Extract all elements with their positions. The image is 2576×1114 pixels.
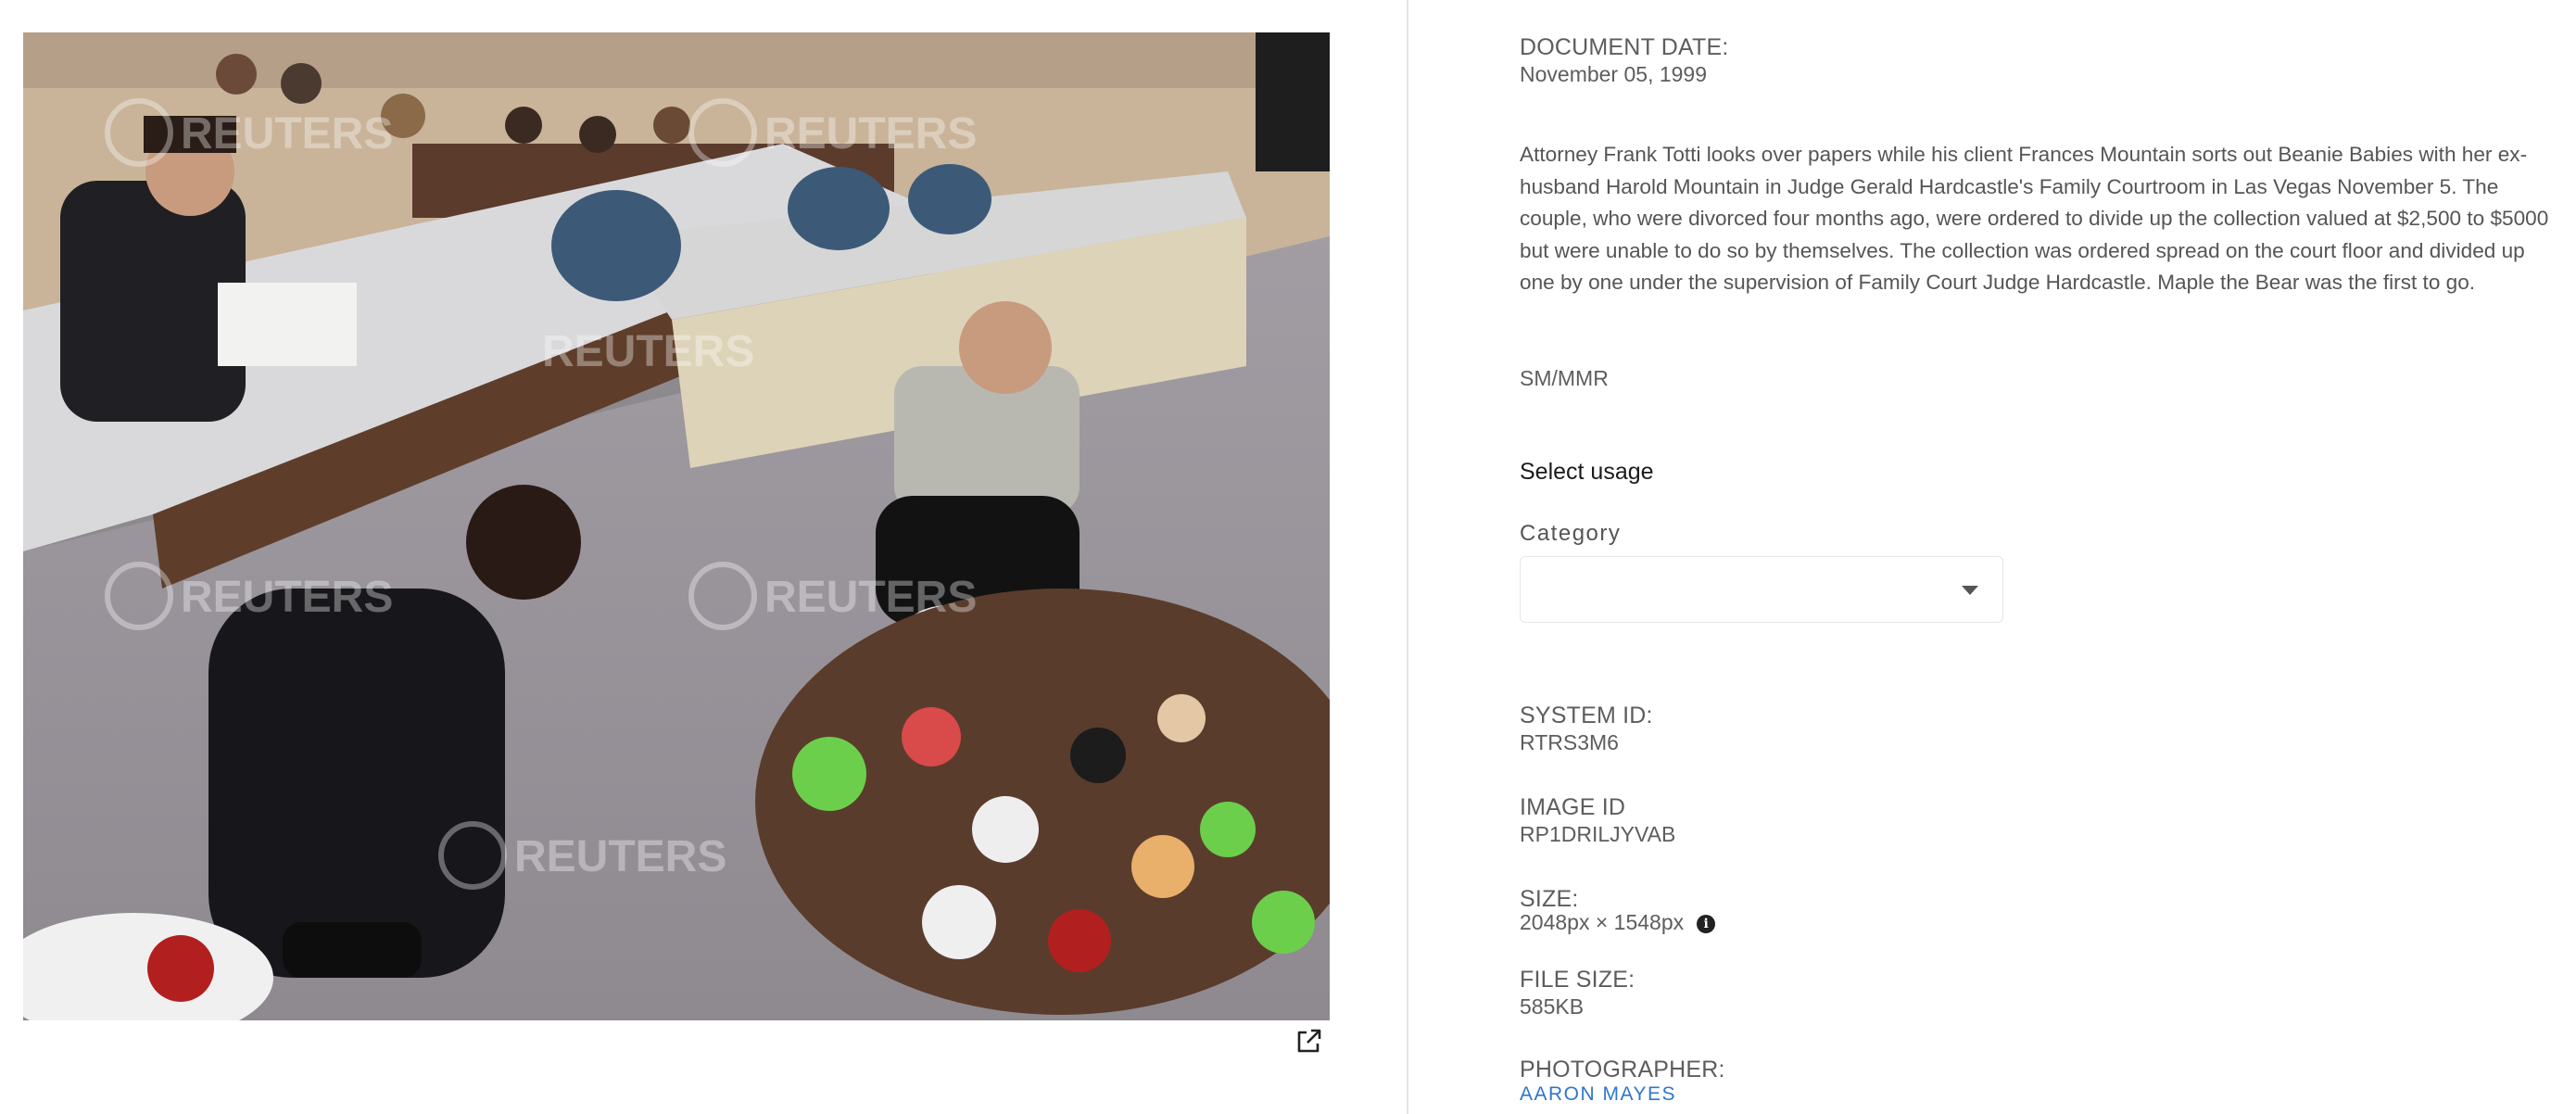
external-link-icon [1297,1029,1321,1053]
size-section: SIZE: 2048px × 1548px i [1520,885,1716,935]
panel-divider [1407,0,1408,1114]
document-date-value: November 05, 1999 [1520,62,1708,86]
system-id-section: SYSTEM ID: RTRS3M6 [1520,702,1653,755]
open-external-button[interactable] [1292,1025,1325,1058]
image-panel: REUTERS REUTERS REUTERS REUTERS REUTERS … [0,0,1407,1114]
photo-caption: Attorney Frank Totti looks over papers w… [1520,143,2549,294]
file-size-label: FILE SIZE: [1520,967,1635,993]
news-photo[interactable]: REUTERS REUTERS REUTERS REUTERS REUTERS … [23,32,1330,1020]
document-date-section: DOCUMENT DATE: November 05, 1999 [1520,33,1729,87]
metadata-panel: DOCUMENT DATE: November 05, 1999 Attorne… [1520,0,2553,1114]
category-select[interactable] [1520,556,2003,623]
svg-text:REUTERS: REUTERS [514,832,726,881]
select-usage-heading: Select usage [1520,459,1654,485]
system-id-label: SYSTEM ID: [1520,703,1653,728]
system-id-value: RTRS3M6 [1520,730,1619,754]
credit-code: SM/MMR [1520,366,1609,390]
image-id-value: RP1DRILJYVAB [1520,822,1676,846]
courtroom-photo-illustration: REUTERS REUTERS REUTERS REUTERS REUTERS … [23,32,1330,1020]
photographer-label: PHOTOGRAPHER: [1520,1057,1725,1082]
file-size-section: FILE SIZE: 585KB [1520,966,1635,1019]
svg-text:REUTERS: REUTERS [764,573,977,622]
document-date-label: DOCUMENT DATE: [1520,34,1729,60]
chevron-down-icon [1962,586,1978,595]
svg-text:REUTERS: REUTERS [764,109,977,158]
category-label: Category [1520,521,1622,546]
file-size-value: 585KB [1520,994,1585,1019]
info-icon[interactable]: i [1697,914,1716,933]
svg-text:REUTERS: REUTERS [542,327,754,376]
size-value: 2048px × 1548px [1520,910,1685,934]
image-id-label: IMAGE ID [1520,794,1626,820]
image-id-section: IMAGE ID RP1DRILJYVAB [1520,793,1675,847]
svg-text:REUTERS: REUTERS [181,109,393,158]
photographer-section: PHOTOGRAPHER: AARON MAYES [1520,1056,1725,1106]
svg-text:REUTERS: REUTERS [181,573,393,622]
photographer-link[interactable]: AARON MAYES [1520,1083,1676,1105]
